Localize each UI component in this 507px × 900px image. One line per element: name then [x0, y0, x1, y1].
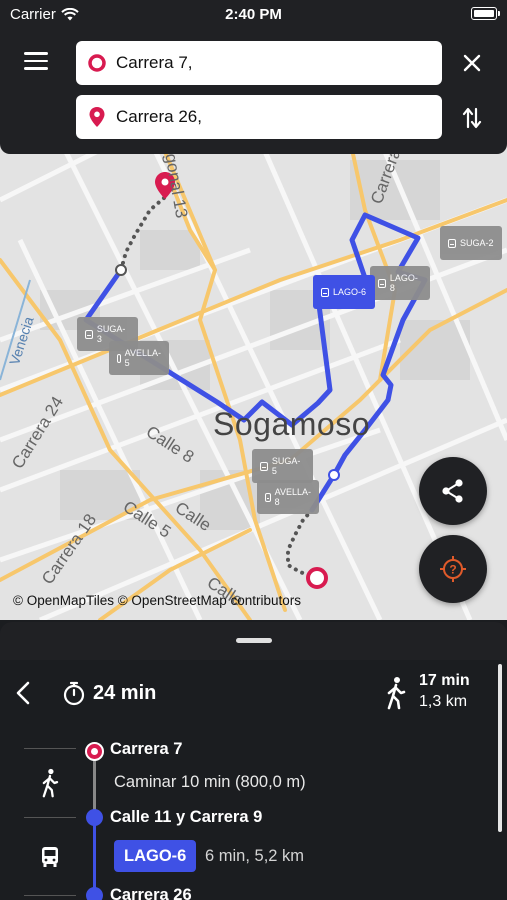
bus-stop-label: AVELLA-5	[124, 348, 161, 368]
menu-icon-bar	[24, 67, 48, 70]
bus-icon	[265, 492, 271, 502]
trip-duration-value: 24 min	[93, 681, 157, 704]
walking-person-icon	[42, 768, 59, 798]
route-duration-distance: 6 min, 5,2 km	[205, 847, 305, 865]
bus-stop-label: SUGA-2	[460, 238, 494, 248]
walking-summary: 17 min 1,3 km	[385, 672, 470, 711]
bus-stop-chip[interactable]: SUGA-2	[440, 226, 502, 260]
route-badge[interactable]: LAGO-6	[114, 840, 197, 872]
bus-icon	[42, 847, 58, 867]
menu-button[interactable]	[24, 52, 48, 72]
share-icon	[442, 479, 463, 503]
city-label: Sogamoso	[213, 406, 370, 442]
bus-stop-label: AVELLA-8	[274, 487, 311, 507]
bus-icon	[260, 461, 268, 471]
sheet-drag-handle[interactable]	[236, 638, 272, 643]
step-transfer: Calle 11 y Carrera 9	[110, 808, 263, 826]
origin-field-value: Carrera 7,	[116, 53, 193, 72]
status-bar: Carrier 2:40 PM	[0, 0, 507, 30]
route-map[interactable]: Carrera 24 Carrera 18 Calle 8 Calle 5 Ca…	[0, 140, 507, 620]
destination-marker	[86, 887, 103, 900]
bus-stop-chip-active[interactable]: LAGO-6	[313, 275, 375, 309]
walk-distance: 1,3 km	[419, 693, 468, 710]
bus-stop-label: SUGA-5	[271, 456, 301, 476]
battery-icon	[471, 7, 500, 20]
location-help-icon: ?	[440, 556, 466, 582]
menu-icon-bar	[24, 52, 48, 55]
divider	[24, 817, 76, 818]
menu-icon-bar	[24, 59, 48, 62]
clock: 2:40 PM	[225, 6, 282, 23]
map-attribution[interactable]: © OpenMapTiles © OpenStreetMap contribut…	[13, 593, 301, 608]
bus-stop-label: LAGO-6	[333, 287, 367, 297]
bus-icon	[117, 353, 121, 363]
bus-icon	[448, 238, 456, 248]
route-steps: Carrera 7 Caminar 10 min (800,0 m) Calle…	[0, 724, 507, 900]
origin-field[interactable]: Carrera 7,	[76, 41, 442, 85]
divider	[24, 748, 76, 749]
search-header: Carrera 7, Carrera 26,	[0, 30, 507, 154]
bus-stop-chip[interactable]: AVELLA-5	[109, 341, 169, 375]
locate-button[interactable]: ?	[419, 535, 487, 603]
walk-time: 17 min	[419, 672, 470, 689]
route-details-sheet: 24 min 17 min 1,3 km Carrera 7 Caminar 1…	[0, 622, 507, 900]
divider	[24, 895, 76, 896]
share-button[interactable]	[419, 457, 487, 525]
stopwatch-icon	[63, 681, 85, 706]
destination-field-value: Carrera 26,	[116, 107, 202, 126]
bus-stop-label: LAGO-8	[389, 273, 418, 293]
destination-field[interactable]: Carrera 26,	[76, 95, 442, 139]
step-walk-description: Caminar 10 min (800,0 m)	[114, 773, 306, 791]
step-origin: Carrera 7	[110, 740, 183, 758]
transfer-marker	[86, 809, 103, 826]
scroll-indicator[interactable]	[498, 664, 502, 832]
bus-stop-chip[interactable]: AVELLA-8	[257, 480, 319, 514]
walking-person-icon	[387, 677, 406, 710]
bus-icon	[85, 329, 93, 339]
bus-stop-chip[interactable]: LAGO-8	[370, 266, 430, 300]
origin-circle-icon	[88, 54, 106, 72]
trip-duration: 24 min	[62, 680, 156, 706]
route-summary: 24 min 17 min 1,3 km	[0, 660, 507, 724]
svg-text:?: ?	[449, 563, 456, 577]
chevron-left-icon[interactable]	[14, 680, 32, 706]
bus-icon	[321, 287, 329, 297]
close-icon[interactable]	[461, 52, 483, 74]
destination-pin-icon	[89, 107, 105, 127]
origin-marker	[85, 742, 104, 761]
step-destination: Carrera 26	[110, 886, 192, 900]
bus-icon	[378, 278, 386, 288]
bus-stop-chip[interactable]: SUGA-5	[252, 449, 313, 483]
swap-icon[interactable]	[461, 106, 483, 130]
